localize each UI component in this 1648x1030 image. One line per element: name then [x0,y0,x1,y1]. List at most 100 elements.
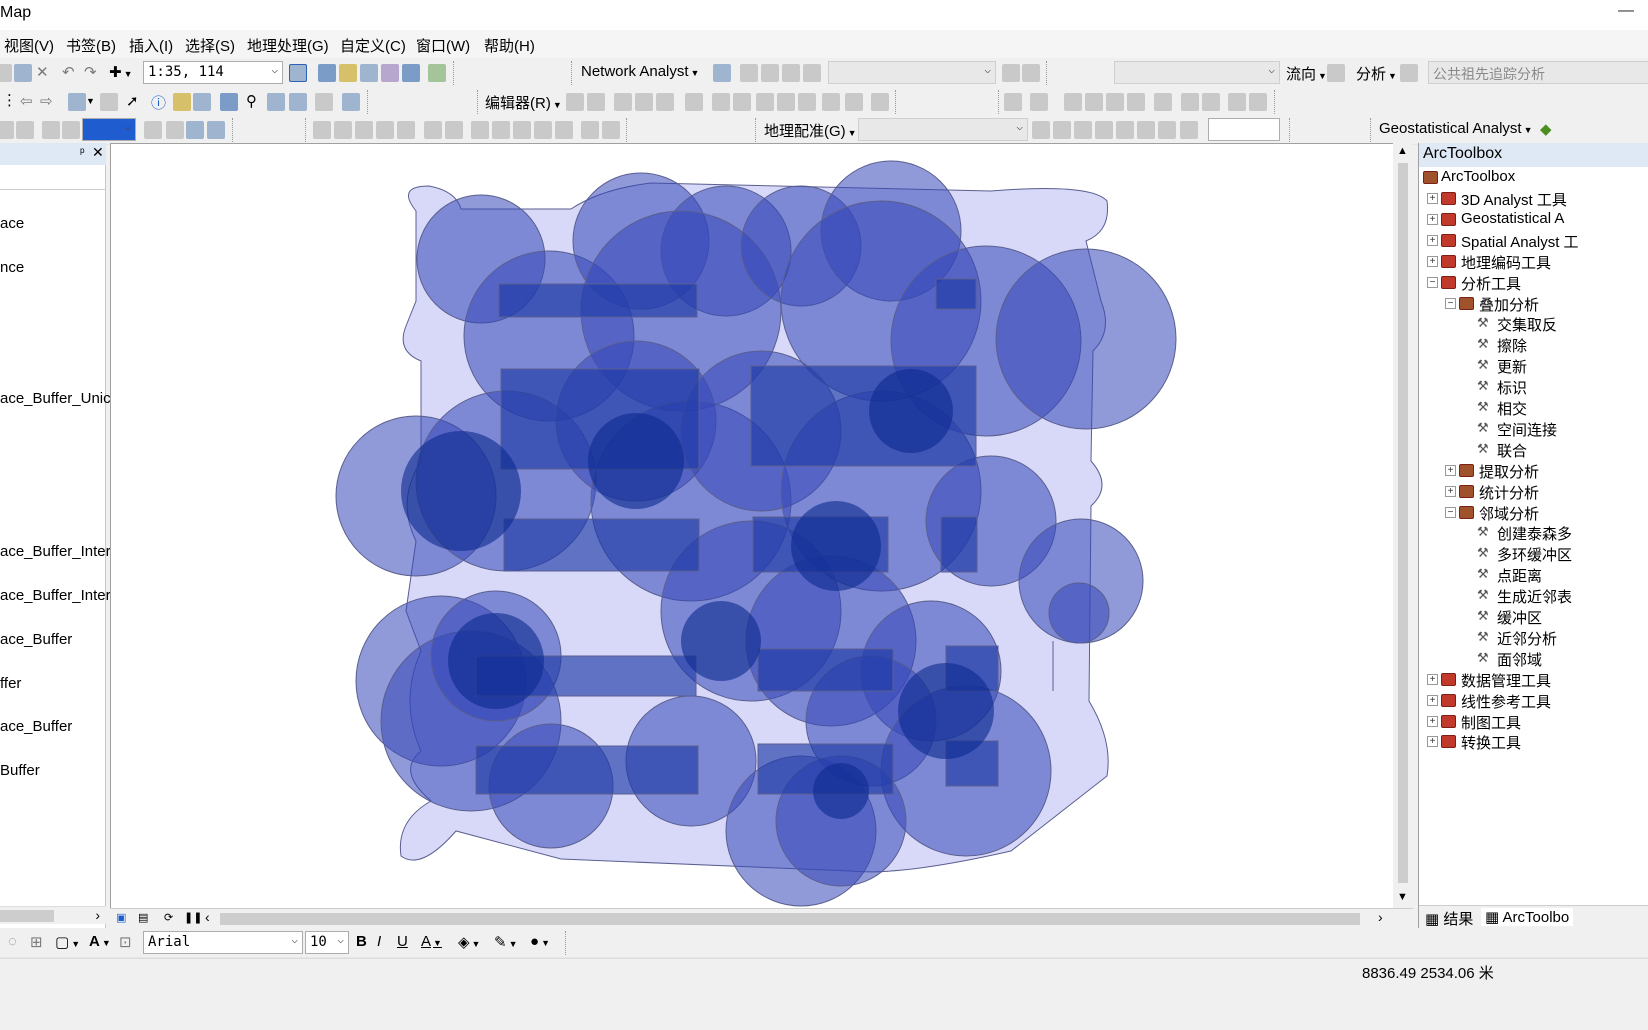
expand-icon[interactable]: + [1445,464,1456,476]
toolbox-item[interactable]: 地理编码工具 [1461,252,1551,273]
toolbox-tool[interactable]: 生成近邻表 [1497,586,1572,607]
error-inspector-icon[interactable] [1202,93,1220,111]
menu-windows[interactable]: 窗口(W) [416,35,470,56]
arctoolbox-icon[interactable] [381,64,399,82]
cogo-tool-icon[interactable] [602,121,620,139]
trace-icon[interactable] [656,93,674,111]
map-scale-combo[interactable]: 1:35, 114 ⌵ [143,61,283,84]
layout-view-icon[interactable]: ▤ [138,911,148,924]
cogo-tool-icon[interactable] [581,121,599,139]
network-analyst-dropdown[interactable]: Network Analyst ▼ [581,63,699,80]
cogo-distance-icon[interactable] [376,121,394,139]
toolbox-item[interactable]: 制图工具 [1461,712,1521,733]
toolbox-toolset[interactable]: 提取分析 [1479,461,1539,482]
toolbar-grip[interactable] [571,61,574,85]
select-elements-icon[interactable]: ➚ [126,92,139,110]
auto-registration-icon[interactable] [1116,121,1134,139]
cogo-tool-icon[interactable] [492,121,510,139]
create-features-icon[interactable] [871,93,889,111]
zoom-100-icon[interactable] [42,121,60,139]
cogo-tool-icon[interactable] [555,121,573,139]
toolbar-grip[interactable] [1274,90,1277,114]
pause-drawing-icon[interactable]: ❚❚ [184,911,202,924]
collapse-icon[interactable]: − [1445,506,1456,518]
expand-icon[interactable]: + [1427,694,1438,706]
trace-tool-icon[interactable] [1400,64,1418,82]
toolbar-grip[interactable] [626,118,629,142]
data-driven-pages-icon[interactable] [207,121,225,139]
search-window-icon[interactable] [360,64,378,82]
toolbox-tool[interactable]: 空间连接 [1497,419,1557,440]
expand-icon[interactable]: + [1427,715,1438,727]
catalog-icon[interactable] [339,64,357,82]
cogo-tool-icon[interactable] [471,121,489,139]
map-display[interactable] [110,143,1413,928]
menu-help[interactable]: 帮助(H) [484,35,535,56]
cogo-offset-icon[interactable] [397,121,415,139]
measure-icon[interactable] [220,93,238,111]
forward-extent-icon[interactable]: ⇨ [40,92,53,110]
create-viewer-icon[interactable] [342,93,360,111]
marker-color-icon[interactable]: ● ▼ [530,933,550,950]
georeferencing-dropdown[interactable]: 地理配准(G) ▼ [764,120,857,141]
focus-data-frame-icon[interactable] [166,121,184,139]
undo-icon[interactable]: ↶ [62,63,75,81]
georef-value-input[interactable] [1208,118,1280,141]
toolbox-tool[interactable]: 相交 [1497,398,1527,419]
menu-customize[interactable]: 自定义(C) [340,35,406,56]
topology-edit-icon[interactable] [1030,93,1048,111]
toc-layer[interactable]: ace_Buffer_Inter [0,587,111,604]
toolbar-grip[interactable] [305,118,308,142]
expand-icon[interactable]: + [1427,213,1438,225]
utility-network-combo[interactable]: ⌵ [1114,61,1280,84]
bold-button[interactable]: B [356,933,367,950]
toolbar-grip[interactable] [1370,118,1373,142]
chevron-right-icon[interactable]: › [95,907,100,923]
na-window-icon[interactable] [713,64,731,82]
cogo-tool-icon[interactable] [534,121,552,139]
table-of-contents-icon[interactable] [318,64,336,82]
toc-layer[interactable]: nce [0,259,24,276]
toc-layer[interactable]: ace_Buffer [0,631,72,648]
toolbar-grip[interactable] [895,90,898,114]
minimize-icon[interactable]: — [1618,2,1634,20]
toolbox-tool[interactable]: 联合 [1497,440,1527,461]
toc-layer[interactable]: ace_Buffer_Unic [0,390,111,407]
scale-icon[interactable] [1074,121,1092,139]
trace-task-combo[interactable]: 公共祖先追踪分析 [1428,61,1648,84]
line-color-icon[interactable]: ✎ ▼ [494,933,518,951]
split-tool-icon[interactable] [777,93,795,111]
flow-direction-dropdown[interactable]: 流向 ▼ [1286,63,1327,84]
scrollbar-thumb[interactable] [1398,163,1408,883]
cogo-tool-icon[interactable] [513,121,531,139]
chevron-down-icon[interactable]: ▼ [86,96,95,106]
shift-icon[interactable] [1053,121,1071,139]
tab-arctoolbox[interactable]: ▦ ArcToolbo [1481,908,1574,926]
map-canvas[interactable] [111,144,1394,908]
zoom-page-icon[interactable] [0,121,14,139]
toolbox-item[interactable]: Geostatistical A [1461,210,1564,227]
create-stops-icon[interactable] [740,64,758,82]
tab-results[interactable]: ▦ 结果 [1425,908,1473,929]
chevron-up-icon[interactable]: ▲ [1397,145,1408,157]
validate-icon[interactable] [1154,93,1172,111]
geostatistical-analyst-dropdown[interactable]: Geostatistical Analyst ▼ [1379,120,1533,137]
cogo-curve-icon[interactable] [424,121,442,139]
toc-layer[interactable]: ace [0,215,24,232]
network-layer-combo[interactable]: ⌵ [828,61,996,84]
menu-insert[interactable]: 插入(I) [129,35,173,56]
na-tool-icon[interactable] [1002,64,1020,82]
italic-button[interactable]: I [377,933,381,950]
toolbar-grip[interactable] [1289,118,1292,142]
chevron-down-icon[interactable]: ▼ [1397,891,1408,903]
layout-zoom-combo[interactable]: ⌵ [82,118,136,141]
straight-segment-icon[interactable] [614,93,632,111]
time-slider-icon[interactable] [315,93,333,111]
map-horizontal-scroll-thumb[interactable] [220,913,1360,925]
cogo-report-icon[interactable] [445,121,463,139]
model-builder-icon[interactable] [428,64,446,82]
reshape-icon[interactable] [733,93,751,111]
delete-icon[interactable]: ✕ [36,63,49,81]
toolbox-tool[interactable]: 面邻域 [1497,649,1542,670]
editor-dropdown[interactable]: 编辑器(R) ▼ [485,92,562,113]
